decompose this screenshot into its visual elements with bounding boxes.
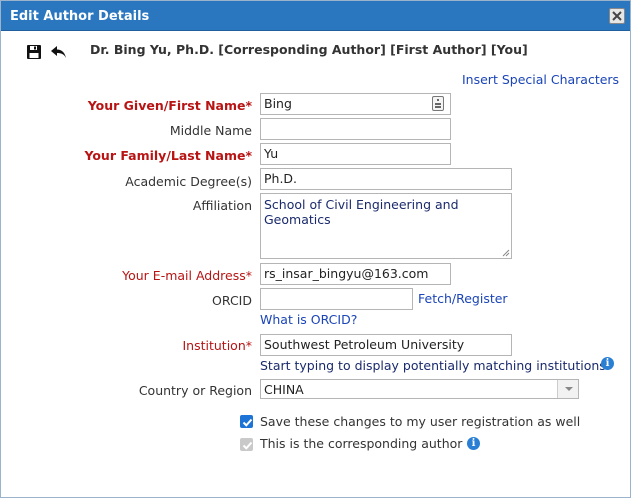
- email-value: rs_insar_bingyu@163.com: [264, 266, 429, 281]
- affiliation-label: Affiliation: [192, 198, 252, 213]
- corresponding-author-label: This is the corresponding author: [260, 436, 463, 451]
- dialog-title: Edit Author Details: [10, 9, 150, 24]
- family-name-input[interactable]: Yu: [260, 143, 451, 165]
- middle-name-input[interactable]: [260, 118, 451, 140]
- degree-label: Academic Degree(s): [125, 174, 252, 189]
- institution-label: Institution*: [182, 338, 252, 353]
- orcid-input[interactable]: [260, 288, 413, 310]
- special-keyboard-icon[interactable]: [432, 96, 444, 111]
- country-select[interactable]: CHINA: [260, 379, 579, 399]
- close-icon: [612, 11, 622, 21]
- country-label: Country or Region: [138, 383, 252, 398]
- insert-special-characters-link[interactable]: Insert Special Characters: [462, 72, 619, 87]
- given-name-label: Your Given/First Name*: [87, 98, 252, 113]
- family-name-label: Your Family/Last Name*: [84, 148, 252, 163]
- what-is-orcid-link[interactable]: What is ORCID?: [260, 312, 357, 327]
- institution-value: Southwest Petroleum University: [264, 337, 465, 352]
- affiliation-textarea[interactable]: School of Civil Engineering and Geomatic…: [260, 193, 512, 259]
- corresponding-author-checkbox: [240, 438, 253, 451]
- author-header: Dr. Bing Yu, Ph.D. [Corresponding Author…: [90, 42, 528, 57]
- resize-grip-icon[interactable]: [501, 248, 510, 257]
- email-input[interactable]: rs_insar_bingyu@163.com: [260, 263, 451, 285]
- country-value: CHINA: [264, 382, 304, 397]
- undo-arrow-icon: [51, 46, 66, 58]
- edit-author-dialog: Edit Author Details Dr. Bing Yu, Ph.D. […: [0, 0, 631, 498]
- given-name-input[interactable]: Bing: [260, 93, 451, 115]
- checkmark-icon: [242, 441, 253, 450]
- info-icon[interactable]: i: [467, 437, 480, 450]
- chevron-down-icon[interactable]: [557, 380, 578, 398]
- email-label: Your E-mail Address*: [122, 268, 252, 283]
- institution-input[interactable]: Southwest Petroleum University: [260, 334, 512, 356]
- dialog-titlebar[interactable]: Edit Author Details: [1, 1, 630, 31]
- given-name-value: Bing: [264, 96, 292, 111]
- undo-button[interactable]: [50, 44, 68, 62]
- middle-name-label: Middle Name: [169, 123, 252, 138]
- floppy-disk-icon: [27, 45, 41, 59]
- close-button[interactable]: [609, 8, 625, 24]
- family-name-value: Yu: [264, 146, 279, 161]
- save-changes-label: Save these changes to my user registrati…: [260, 414, 581, 429]
- orcid-label: ORCID: [212, 293, 252, 308]
- save-changes-checkbox[interactable]: [240, 415, 253, 428]
- institution-hint: Start typing to display potentially matc…: [260, 358, 610, 373]
- affiliation-value: School of Civil Engineering and Geomatic…: [264, 197, 459, 227]
- info-icon[interactable]: i: [601, 357, 614, 370]
- orcid-fetch-register-link[interactable]: Fetch/Register: [418, 291, 508, 306]
- checkmark-icon: [242, 418, 253, 427]
- degree-value: Ph.D.: [264, 171, 298, 186]
- save-button[interactable]: [26, 44, 44, 62]
- degree-input[interactable]: Ph.D.: [260, 168, 512, 190]
- keyboard-glyph-icon: [435, 99, 441, 108]
